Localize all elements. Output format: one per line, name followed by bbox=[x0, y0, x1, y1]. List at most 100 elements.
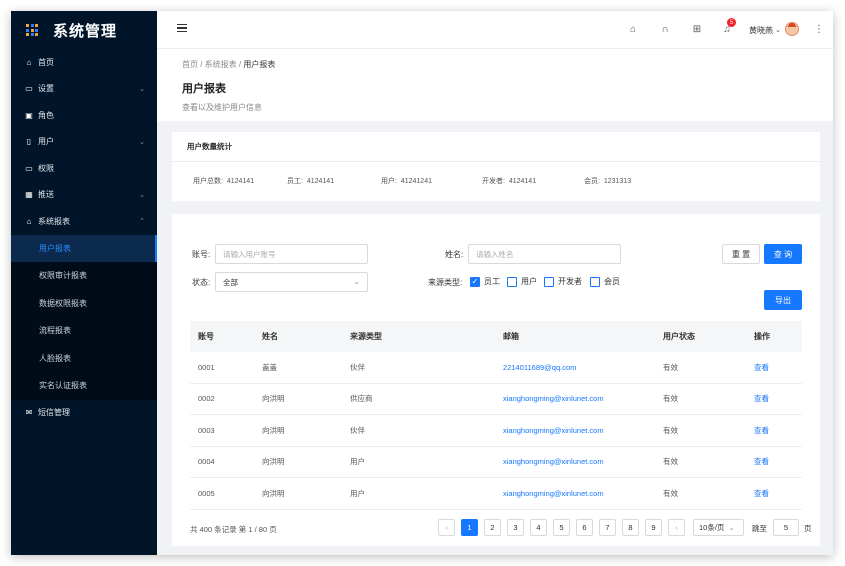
column-header: 账号 bbox=[198, 332, 214, 341]
source-checkbox-employee[interactable]: ✓ 员工 bbox=[470, 276, 500, 287]
cell-name: 向洪明 bbox=[262, 394, 285, 404]
column-header: 邮箱 bbox=[503, 332, 519, 341]
mail-icon: ✉ bbox=[25, 408, 33, 418]
menu-toggle-icon[interactable] bbox=[177, 24, 187, 32]
page-description: 查看以及维护用户信息 bbox=[182, 103, 262, 112]
cell-email[interactable]: xianghongming@xinlunet.com bbox=[503, 426, 663, 435]
status-label: 状态: bbox=[192, 278, 211, 287]
view-link[interactable]: 查看 bbox=[754, 488, 802, 499]
checkbox-icon bbox=[590, 276, 600, 287]
account-input[interactable]: 请输入用户账号 bbox=[215, 244, 368, 264]
sidebar-item-label: 权限 bbox=[38, 163, 54, 173]
sidebar-item-user[interactable]: ▯ 用户 ⌄ bbox=[11, 129, 157, 156]
search-button[interactable]: 查 询 bbox=[764, 244, 802, 264]
checkmark-icon: ✓ bbox=[470, 276, 480, 287]
breadcrumb-item: 用户报表 bbox=[243, 60, 276, 69]
sidebar-item-push[interactable]: ▦ 推送 ⌄ bbox=[11, 182, 157, 209]
cell-email[interactable]: xianghongming@xinlunet.com bbox=[503, 457, 663, 466]
source-checkbox-member[interactable]: 会员 bbox=[590, 276, 620, 287]
reset-button[interactable]: 重 置 bbox=[722, 244, 760, 264]
page-button[interactable]: 7 bbox=[599, 519, 616, 536]
system-report-submenu: 用户报表 权限审计报表 数据权限报表 流程报表 人脸报表 实名认证报表 bbox=[11, 234, 157, 400]
page-button[interactable]: 4 bbox=[530, 519, 547, 536]
breadcrumb-item[interactable]: 首页 bbox=[182, 60, 198, 69]
cell-source: 用户 bbox=[350, 457, 365, 467]
username[interactable]: 黄晓燕 bbox=[749, 25, 773, 36]
home-icon: ⌂ bbox=[26, 216, 32, 226]
goto-page-input[interactable]: 5 bbox=[773, 519, 799, 536]
sidebar-item-label: 推送 bbox=[38, 190, 54, 200]
export-button[interactable]: 导出 bbox=[764, 290, 802, 310]
page-button[interactable]: 5 bbox=[553, 519, 570, 536]
pagination-total: 共 400 条记录 第 1 / 80 页 bbox=[190, 525, 277, 534]
page-button[interactable]: 1 bbox=[461, 519, 478, 536]
sidebar-item-system-report[interactable]: ⌂ 系统报表 ⌃ bbox=[11, 208, 157, 235]
sidebar-item-sms[interactable]: ✉ 短信管理 bbox=[11, 400, 157, 427]
cell-email[interactable]: 2214011689@qq.com bbox=[503, 363, 663, 372]
sidebar-item-settings[interactable]: ▭ 设置 ⌄ bbox=[11, 76, 157, 103]
cell-name: 向洪明 bbox=[262, 457, 285, 467]
sidebar-item-label: 权限审计报表 bbox=[39, 271, 87, 281]
permission-icon: ▭ bbox=[25, 163, 33, 173]
chevron-up-icon: ⌃ bbox=[139, 218, 145, 226]
sidebar-item-data-permission-report[interactable]: 数据权限报表 bbox=[11, 290, 157, 318]
page-button[interactable]: 2 bbox=[484, 519, 501, 536]
top-bar: ⌂ ∩ ⊞ ♫ 5 黄晓燕 ⌄ ⋮ bbox=[157, 11, 833, 49]
sidebar-item-face-report[interactable]: 人脸报表 bbox=[11, 345, 157, 373]
apps-icon[interactable]: ⊞ bbox=[691, 23, 703, 35]
cell-status: 有效 bbox=[663, 362, 678, 372]
goto-suffix: 页 bbox=[804, 524, 812, 533]
more-vertical-icon[interactable]: ⋮ bbox=[813, 23, 825, 35]
sidebar-item-process-report[interactable]: 流程报表 bbox=[11, 317, 157, 345]
sidebar-item-permission-audit-report[interactable]: 权限审计报表 bbox=[11, 262, 157, 290]
breadcrumb-item[interactable]: 系统报表 bbox=[205, 60, 237, 69]
user-list-card: 账号: 请输入用户账号 姓名: 请输入姓名 重 置 查 询 状态: 全部 ⌄ 来… bbox=[172, 214, 820, 546]
page-button[interactable]: 8 bbox=[622, 519, 639, 536]
view-link[interactable]: 查看 bbox=[754, 393, 802, 404]
view-link[interactable]: 查看 bbox=[754, 456, 802, 467]
prev-page-icon[interactable]: ‹ bbox=[438, 519, 455, 536]
sidebar-item-permission[interactable]: ▭ 权限 bbox=[11, 155, 157, 182]
sidebar-item-role[interactable]: ▣ 角色 bbox=[11, 102, 157, 129]
checkbox-icon bbox=[544, 276, 554, 287]
chevron-down-icon: ⌄ bbox=[139, 191, 145, 199]
chevron-down-icon[interactable]: ⌄ bbox=[772, 24, 784, 36]
avatar[interactable] bbox=[785, 22, 799, 36]
sidebar-item-home[interactable]: ⌂ 首页 bbox=[11, 49, 157, 76]
chevron-down-icon: ⌄ bbox=[728, 523, 735, 532]
stats-title: 用户数量统计 bbox=[172, 132, 820, 162]
stat-user: 用户: 41241241 bbox=[381, 178, 432, 185]
cell-name: 向洪明 bbox=[262, 488, 285, 498]
page-button[interactable]: 6 bbox=[576, 519, 593, 536]
sidebar-item-label: 数据权限报表 bbox=[39, 298, 87, 308]
name-input[interactable]: 请输入姓名 bbox=[468, 244, 621, 264]
sidebar-item-realname-report[interactable]: 实名认证报表 bbox=[11, 372, 157, 400]
next-page-icon[interactable]: › bbox=[668, 519, 685, 536]
cell-email[interactable]: xianghongming@xinlunet.com bbox=[503, 394, 663, 403]
source-checkbox-user[interactable]: 用户 bbox=[507, 276, 537, 287]
cell-source: 伙伴 bbox=[350, 425, 365, 435]
headset-icon[interactable]: ∩ bbox=[659, 23, 671, 35]
page-size-select[interactable]: 10条/页 ⌄ bbox=[693, 519, 744, 536]
home-icon[interactable]: ⌂ bbox=[627, 23, 639, 35]
source-checkbox-developer[interactable]: 开发者 bbox=[544, 276, 582, 287]
page-button[interactable]: 3 bbox=[507, 519, 524, 536]
sidebar-item-label: 系统报表 bbox=[38, 216, 70, 226]
view-link[interactable]: 查看 bbox=[754, 425, 802, 436]
table-row: 0005 向洪明 用户 xianghongming@xinlunet.com 有… bbox=[190, 478, 802, 510]
column-header: 用户状态 bbox=[663, 332, 695, 341]
view-link[interactable]: 查看 bbox=[754, 362, 802, 373]
column-header: 操作 bbox=[754, 332, 770, 341]
role-icon: ▣ bbox=[25, 110, 33, 120]
status-select[interactable]: 全部 ⌄ bbox=[215, 272, 368, 292]
cell-email[interactable]: xianghongming@xinlunet.com bbox=[503, 489, 663, 498]
account-label: 账号: bbox=[192, 250, 211, 259]
settings-icon: ▭ bbox=[25, 84, 33, 94]
bell-icon[interactable]: ♫ 5 bbox=[721, 18, 736, 35]
page-button[interactable]: 9 bbox=[645, 519, 662, 536]
chevron-down-icon: ⌄ bbox=[139, 85, 145, 93]
sidebar-item-label: 用户报表 bbox=[39, 243, 71, 253]
table-row: 0002 向洪明 供应商 xianghongming@xinlunet.com … bbox=[190, 384, 802, 415]
sidebar-item-user-report[interactable]: 用户报表 bbox=[11, 234, 157, 262]
app-window: 系统管理 ⌂ 首页 ▭ 设置 ⌄ ▣ 角色 ▯ 用户 ⌄ ▭ 权限 ▦ 推送 ⌄ bbox=[11, 11, 833, 555]
